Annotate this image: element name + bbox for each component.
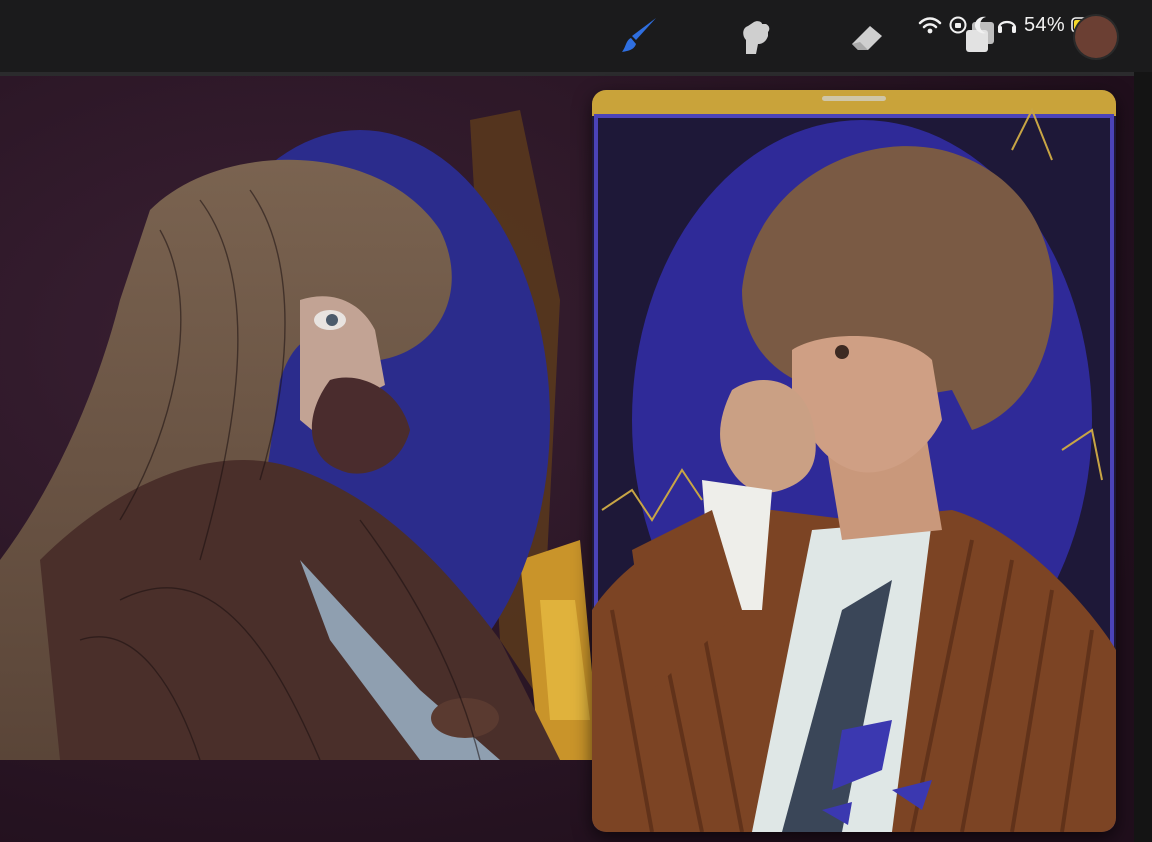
eraser-icon xyxy=(852,26,882,50)
reference-image xyxy=(592,90,1116,832)
smudge-tool-button[interactable] xyxy=(726,10,782,62)
battery-percent: 54% xyxy=(1024,13,1065,36)
wifi-icon xyxy=(918,17,942,34)
reference-window[interactable] xyxy=(592,90,1116,832)
brush-icon xyxy=(622,18,656,52)
headphones-icon xyxy=(997,20,1017,33)
sidebar-edge xyxy=(1134,72,1152,842)
smudge-icon xyxy=(743,21,770,54)
reference-window-grab-handle[interactable] xyxy=(822,96,886,101)
color-picker-button[interactable] xyxy=(1075,16,1117,58)
eraser-tool-button[interactable] xyxy=(840,10,896,62)
procreate-toolbar: 54% xyxy=(0,0,1152,76)
rotation-lock-icon xyxy=(949,16,967,34)
brush-tool-button[interactable] xyxy=(612,10,668,62)
moon-icon xyxy=(974,16,986,34)
